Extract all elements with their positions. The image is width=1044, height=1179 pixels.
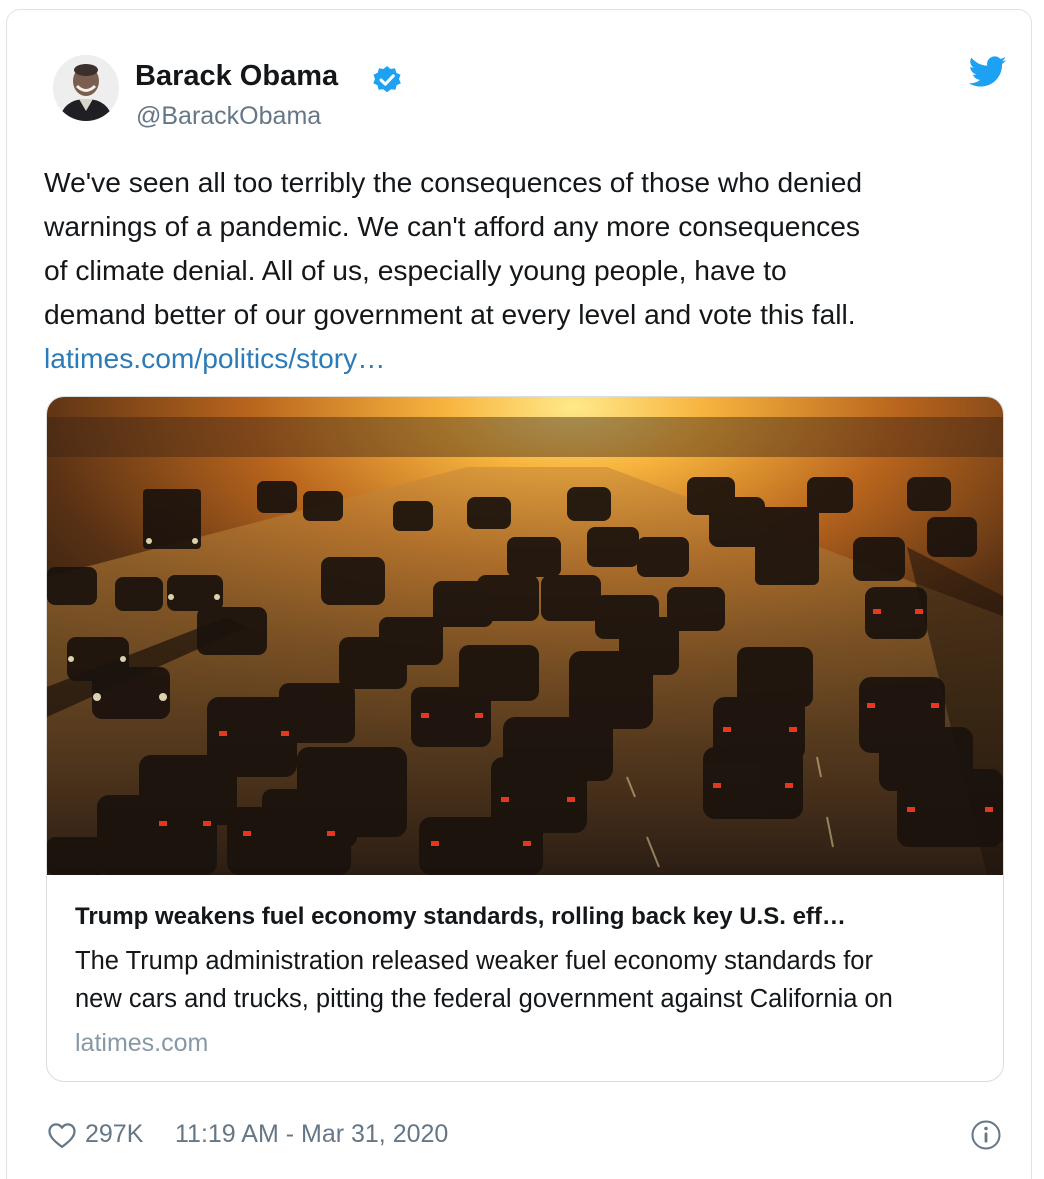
like-count[interactable]: 297K xyxy=(85,1120,143,1149)
tweet-text: We've seen all too terribly the conseque… xyxy=(44,160,1004,380)
avatar-photo-icon xyxy=(53,55,119,121)
verified-badge-icon xyxy=(371,64,403,96)
tweet-text-line: demand better of our government at every… xyxy=(44,298,856,330)
heart-icon[interactable] xyxy=(47,1121,77,1149)
link-card-title[interactable]: Trump weakens fuel economy standards, ro… xyxy=(75,903,985,931)
link-card-domain: latimes.com xyxy=(75,1029,209,1057)
twitter-bird-icon[interactable] xyxy=(968,56,1007,88)
link-card-image[interactable] xyxy=(47,397,1003,875)
author-name[interactable]: Barack Obama xyxy=(135,60,338,93)
tweet-text-line: warnings of a pandemic. We can't afford … xyxy=(44,210,860,242)
tweet-footer: 297K 11:19 AM - Mar 31, 2020 xyxy=(7,1115,1033,1155)
author-avatar[interactable] xyxy=(53,55,119,121)
freeway-traffic-photo xyxy=(47,397,1003,875)
tweet-timestamp[interactable]: 11:19 AM - Mar 31, 2020 xyxy=(175,1120,448,1149)
tweet-link[interactable]: latimes.com/politics/story… xyxy=(44,336,1004,380)
author-handle[interactable]: @BarackObama xyxy=(136,102,321,131)
link-card-description-line: The Trump administration released weaker… xyxy=(75,947,873,975)
link-preview-card[interactable]: Trump weakens fuel economy standards, ro… xyxy=(46,396,1004,1082)
tweet-text-line: We've seen all too terribly the conseque… xyxy=(44,166,863,198)
link-card-description-line: new cars and trucks, pitting the federal… xyxy=(75,985,893,1013)
link-card-description: The Trump administration released weaker… xyxy=(75,942,985,1018)
info-icon[interactable] xyxy=(970,1119,1002,1151)
tweet-card: Barack Obama @BarackObama We've seen all… xyxy=(6,9,1032,1179)
tweet-text-line: of climate denial. All of us, especially… xyxy=(44,254,787,286)
